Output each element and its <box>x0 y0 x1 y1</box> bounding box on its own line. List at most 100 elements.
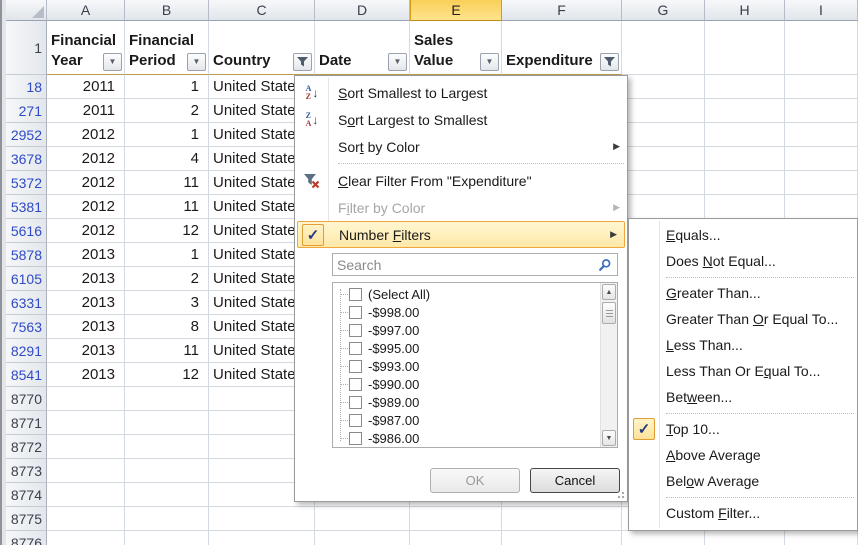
column-header-f[interactable]: F <box>502 0 622 21</box>
row-header-8774[interactable]: 8774 <box>6 483 47 507</box>
cell-i-8776[interactable] <box>785 531 858 545</box>
cell-b-5878[interactable]: 1 <box>125 243 209 267</box>
list-item-998-00[interactable]: -$998.00 <box>333 303 600 321</box>
filter-button-a[interactable]: ▼ <box>103 53 122 71</box>
cell-a-8772[interactable] <box>47 435 125 459</box>
row-header-8775[interactable]: 8775 <box>6 507 47 531</box>
cell-h-5381[interactable] <box>705 195 785 219</box>
checkbox-unchecked-icon[interactable] <box>349 378 362 391</box>
cell-a-18[interactable]: 2011 <box>47 75 125 99</box>
row-header-5878[interactable]: 5878 <box>6 243 47 267</box>
submenu-item-custom-filter[interactable]: Custom Filter... <box>629 500 857 526</box>
cell-a-5616[interactable]: 2012 <box>47 219 125 243</box>
row-header-8771[interactable]: 8771 <box>6 411 47 435</box>
cell-d-8776[interactable] <box>315 531 410 545</box>
cell-h-18[interactable] <box>705 75 785 99</box>
list-item-select-all[interactable]: (Select All) <box>333 285 600 303</box>
cell-i-5372[interactable] <box>785 171 858 195</box>
checkbox-unchecked-icon[interactable] <box>349 432 362 445</box>
row-header-8776[interactable]: 8776 <box>6 531 47 545</box>
cell-h-8776[interactable] <box>705 531 785 545</box>
list-item-989-00[interactable]: -$989.00 <box>333 393 600 411</box>
checkbox-unchecked-icon[interactable] <box>349 342 362 355</box>
menu-item-sort-largest-to-smallest[interactable]: ZA↓Sort Largest to Smallest <box>295 106 627 133</box>
scroll-down-icon[interactable]: ▼ <box>602 430 616 446</box>
cell-b-6331[interactable]: 3 <box>125 291 209 315</box>
cell-b-5381[interactable]: 11 <box>125 195 209 219</box>
cell-f-8775[interactable] <box>502 507 622 531</box>
cell-g-8776[interactable] <box>622 531 705 545</box>
cell-a-8771[interactable] <box>47 411 125 435</box>
cancel-button[interactable]: Cancel <box>530 468 620 493</box>
cell-e-8776[interactable] <box>410 531 502 545</box>
cell-h-271[interactable] <box>705 99 785 123</box>
cell-e-8775[interactable] <box>410 507 502 531</box>
cell-h-5372[interactable] <box>705 171 785 195</box>
checkbox-unchecked-icon[interactable] <box>349 396 362 409</box>
cell-g-18[interactable] <box>622 75 705 99</box>
select-all-corner[interactable] <box>6 0 47 21</box>
header-cell-c[interactable]: Country <box>209 21 315 75</box>
cell-b-8775[interactable] <box>125 507 209 531</box>
header-cell-e[interactable]: Sales Value▼ <box>410 21 502 75</box>
checkbox-unchecked-icon[interactable] <box>349 288 362 301</box>
checkbox-unchecked-icon[interactable] <box>349 306 362 319</box>
cell-a-8773[interactable] <box>47 459 125 483</box>
header-cell-g[interactable] <box>622 21 705 75</box>
cell-b-8291[interactable]: 11 <box>125 339 209 363</box>
cell-g-2952[interactable] <box>622 123 705 147</box>
column-header-b[interactable]: B <box>125 0 209 21</box>
checkbox-unchecked-icon[interactable] <box>349 324 362 337</box>
submenu-item-less-than[interactable]: Less Than... <box>629 332 857 358</box>
cell-g-3678[interactable] <box>622 147 705 171</box>
checkbox-unchecked-icon[interactable] <box>349 414 362 427</box>
cell-b-8770[interactable] <box>125 387 209 411</box>
row-header-8772[interactable]: 8772 <box>6 435 47 459</box>
list-item-987-00[interactable]: -$987.00 <box>333 411 600 429</box>
cell-b-8773[interactable] <box>125 459 209 483</box>
list-item-995-00[interactable]: -$995.00 <box>333 339 600 357</box>
menu-item-number-filters[interactable]: ✓Number Filters▶ <box>297 221 625 248</box>
row-header-5616[interactable]: 5616 <box>6 219 47 243</box>
row-header-271[interactable]: 271 <box>6 99 47 123</box>
row-header-1[interactable]: 1 <box>6 21 47 75</box>
cell-g-5372[interactable] <box>622 171 705 195</box>
header-cell-d[interactable]: Date▼ <box>315 21 410 75</box>
submenu-item-between[interactable]: Between... <box>629 384 857 410</box>
cell-c-8776[interactable] <box>209 531 315 545</box>
search-input[interactable] <box>333 257 598 273</box>
cell-i-271[interactable] <box>785 99 858 123</box>
cell-b-3678[interactable]: 4 <box>125 147 209 171</box>
header-cell-a[interactable]: Financial Year▼ <box>47 21 125 75</box>
cell-b-8772[interactable] <box>125 435 209 459</box>
cell-c-8775[interactable] <box>209 507 315 531</box>
cell-b-271[interactable]: 2 <box>125 99 209 123</box>
cell-a-8770[interactable] <box>47 387 125 411</box>
cell-a-8291[interactable]: 2013 <box>47 339 125 363</box>
cell-b-7563[interactable]: 8 <box>125 315 209 339</box>
row-header-2952[interactable]: 2952 <box>6 123 47 147</box>
submenu-item-less-than-or-equal-to[interactable]: Less Than Or Equal To... <box>629 358 857 384</box>
list-item-993-00[interactable]: -$993.00 <box>333 357 600 375</box>
row-header-8773[interactable]: 8773 <box>6 459 47 483</box>
filter-button-f[interactable] <box>600 53 619 71</box>
cell-a-5878[interactable]: 2013 <box>47 243 125 267</box>
cell-a-6331[interactable]: 2013 <box>47 291 125 315</box>
cell-b-2952[interactable]: 1 <box>125 123 209 147</box>
column-header-g[interactable]: G <box>622 0 705 21</box>
header-cell-h[interactable] <box>705 21 785 75</box>
header-cell-b[interactable]: Financial Period▼ <box>125 21 209 75</box>
cell-a-8541[interactable]: 2013 <box>47 363 125 387</box>
cell-a-5381[interactable]: 2012 <box>47 195 125 219</box>
row-header-7563[interactable]: 7563 <box>6 315 47 339</box>
cell-b-8776[interactable] <box>125 531 209 545</box>
row-header-5372[interactable]: 5372 <box>6 171 47 195</box>
cell-i-2952[interactable] <box>785 123 858 147</box>
list-item-990-00[interactable]: -$990.00 <box>333 375 600 393</box>
cell-g-271[interactable] <box>622 99 705 123</box>
header-cell-f[interactable]: Expenditure <box>502 21 622 75</box>
submenu-item-greater-than-or-equal-to[interactable]: Greater Than Or Equal To... <box>629 306 857 332</box>
cell-a-7563[interactable]: 2013 <box>47 315 125 339</box>
cell-b-8771[interactable] <box>125 411 209 435</box>
list-item-986-00[interactable]: -$986.00 <box>333 429 600 447</box>
